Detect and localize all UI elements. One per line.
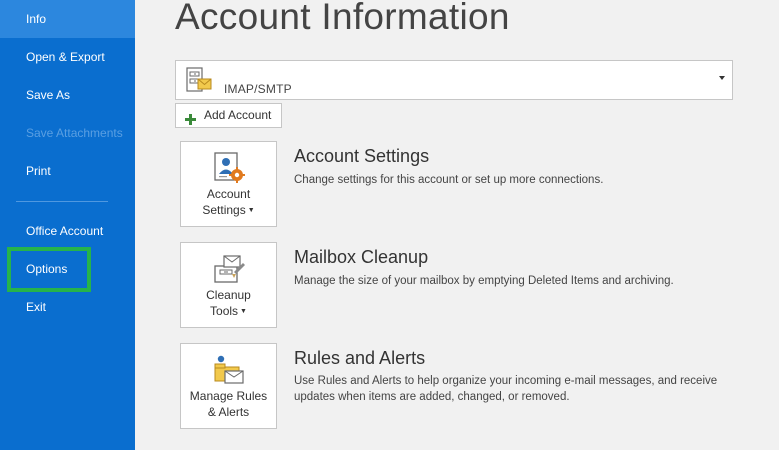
- sidebar-item-save-as[interactable]: Save As: [0, 76, 135, 114]
- tile-label-line1: Manage Rules: [189, 389, 268, 403]
- account-selector-dropdown[interactable]: IMAP/SMTP: [175, 60, 733, 100]
- section-title-rules-alerts: Rules and Alerts: [294, 348, 426, 368]
- tile-label-line1: Cleanup: [206, 288, 251, 302]
- sidebar-divider: [16, 201, 108, 202]
- page-title: Account Information: [175, 0, 510, 37]
- cleanup-tools-icon: [212, 252, 246, 286]
- account-settings-button[interactable]: Account Settings ▼: [180, 141, 277, 227]
- add-account-button[interactable]: Add Account: [175, 103, 282, 128]
- sidebar-item-print[interactable]: Print: [0, 152, 135, 190]
- tile-label-line1: Account: [206, 187, 251, 201]
- tile-label-line2: Settings: [202, 203, 246, 217]
- section-desc-mailbox-cleanup: Manage the size of your mailbox by empty…: [294, 275, 674, 287]
- add-account-label: Add Account: [204, 108, 272, 122]
- backstage-sidebar: Info Open & Export Save As Save Attachme…: [0, 0, 135, 450]
- section-desc-account-settings: Change settings for this account or set …: [294, 174, 604, 186]
- cleanup-tools-button[interactable]: Cleanup Tools ▼: [180, 242, 277, 328]
- rules-alerts-icon: [212, 353, 246, 387]
- options-highlight-box: [7, 247, 91, 292]
- account-settings-icon: [212, 151, 246, 185]
- manage-rules-alerts-button[interactable]: Manage Rules & Alerts: [180, 343, 277, 429]
- tile-label-line2: Tools: [210, 304, 239, 318]
- section-title-account-settings: Account Settings: [294, 146, 430, 166]
- mail-account-icon: [184, 66, 212, 94]
- chevron-down-icon: [719, 76, 725, 80]
- caret-down-icon: ▼: [240, 308, 247, 315]
- tile-label-line2: & Alerts: [207, 405, 250, 419]
- account-name: [224, 66, 234, 78]
- sidebar-item-info[interactable]: Info: [0, 0, 135, 38]
- section-title-mailbox-cleanup: Mailbox Cleanup: [294, 247, 429, 267]
- sidebar-item-office-account[interactable]: Office Account: [0, 212, 135, 250]
- section-desc-rules-alerts: Use Rules and Alerts to help organize yo…: [294, 375, 718, 403]
- caret-down-icon: ▼: [247, 207, 255, 214]
- plus-icon: [185, 110, 196, 125]
- account-type: IMAP/SMTP: [224, 82, 292, 96]
- sidebar-item-exit[interactable]: Exit: [0, 288, 135, 326]
- sidebar-item-open-export[interactable]: Open & Export: [0, 38, 135, 76]
- sidebar-item-save-attachments: Save Attachments: [26, 126, 123, 140]
- main-content: Account Information IMAP/SMTP Add Accoun…: [135, 0, 779, 450]
